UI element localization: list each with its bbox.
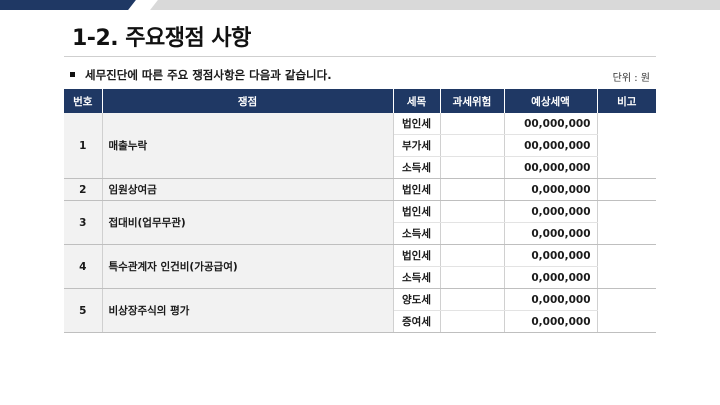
amount-cell: 0,000,000 xyxy=(504,244,598,267)
table-row: 3 접대비(업무무관) 법인세 0,000,000 xyxy=(64,200,656,245)
bullet-label: 세무진단에 따른 주요 쟁점사항은 다음과 같습니다. xyxy=(85,68,332,82)
issues-table: 번호 쟁점 세목 과세위험 예상세액 비고 1 매출누락 법인세 00,000,… xyxy=(64,89,656,333)
note-cell xyxy=(597,200,656,245)
header-no: 번호 xyxy=(64,89,103,113)
header-note: 비고 xyxy=(597,89,656,113)
issue-label: 접대비(업무무관) xyxy=(102,200,394,245)
risk-cell xyxy=(440,310,505,333)
header-tax-item: 세목 xyxy=(393,89,441,113)
risk-cell xyxy=(440,266,505,289)
note-cell xyxy=(597,288,656,333)
risk-cell xyxy=(440,244,505,267)
amount-cell: 0,000,000 xyxy=(504,222,598,245)
risk-cell xyxy=(440,134,505,157)
risk-cell xyxy=(440,288,505,311)
bullet-text: 세무진단에 따른 주요 쟁점사항은 다음과 같습니다. xyxy=(70,67,332,83)
issue-label: 매출누락 xyxy=(102,113,394,179)
row-number: 1 xyxy=(64,113,103,179)
table-header-row: 번호 쟁점 세목 과세위험 예상세액 비고 xyxy=(64,89,656,113)
header-issue: 쟁점 xyxy=(102,89,394,113)
table-row: 5 비상장주식의 평가 양도세 0,000,000 xyxy=(64,288,656,333)
title-divider xyxy=(64,56,656,57)
square-bullet-icon xyxy=(70,72,75,77)
top-bar-dark-band xyxy=(0,0,140,10)
tax-item: 소득세 xyxy=(393,156,441,179)
header-amount: 예상세액 xyxy=(504,89,598,113)
risk-cell xyxy=(440,200,505,223)
table-row: 4 특수관계자 인건비(가공급여) 법인세 0,000,000 xyxy=(64,244,656,289)
tax-item: 법인세 xyxy=(393,244,441,267)
unit-label: 단위 : 원 xyxy=(612,73,650,84)
row-number: 5 xyxy=(64,288,103,333)
amount-cell: 00,000,000 xyxy=(504,134,598,157)
row-number: 3 xyxy=(64,200,103,245)
amount-cell: 0,000,000 xyxy=(504,200,598,223)
note-cell xyxy=(597,244,656,289)
amount-cell: 0,000,000 xyxy=(504,310,598,333)
tax-item: 양도세 xyxy=(393,288,441,311)
risk-cell xyxy=(440,113,505,135)
tax-item: 법인세 xyxy=(393,200,441,223)
amount-cell: 0,000,000 xyxy=(504,178,598,201)
tax-item: 법인세 xyxy=(393,113,441,135)
note-cell xyxy=(597,178,656,201)
issue-label: 비상장주식의 평가 xyxy=(102,288,394,333)
risk-cell xyxy=(440,156,505,179)
tax-item: 소득세 xyxy=(393,266,441,289)
issue-label: 특수관계자 인건비(가공급여) xyxy=(102,244,394,289)
header-risk: 과세위험 xyxy=(440,89,505,113)
amount-cell: 0,000,000 xyxy=(504,266,598,289)
table-row: 2 임원상여금 법인세 0,000,000 xyxy=(64,178,656,201)
tax-item: 법인세 xyxy=(393,178,441,201)
tax-item: 증여세 xyxy=(393,310,441,333)
amount-cell: 00,000,000 xyxy=(504,156,598,179)
tax-item: 소득세 xyxy=(393,222,441,245)
issue-label: 임원상여금 xyxy=(102,178,394,201)
table-row: 1 매출누락 법인세 00,000,000 xyxy=(64,113,656,179)
amount-cell: 0,000,000 xyxy=(504,288,598,311)
note-cell xyxy=(597,113,656,179)
row-number: 4 xyxy=(64,244,103,289)
tax-item: 부가세 xyxy=(393,134,441,157)
page-title: 1-2. 주요쟁점 사항 xyxy=(72,26,251,51)
risk-cell xyxy=(440,178,505,201)
amount-cell: 00,000,000 xyxy=(504,113,598,135)
row-number: 2 xyxy=(64,178,103,201)
top-accent-bar xyxy=(0,0,720,10)
risk-cell xyxy=(440,222,505,245)
